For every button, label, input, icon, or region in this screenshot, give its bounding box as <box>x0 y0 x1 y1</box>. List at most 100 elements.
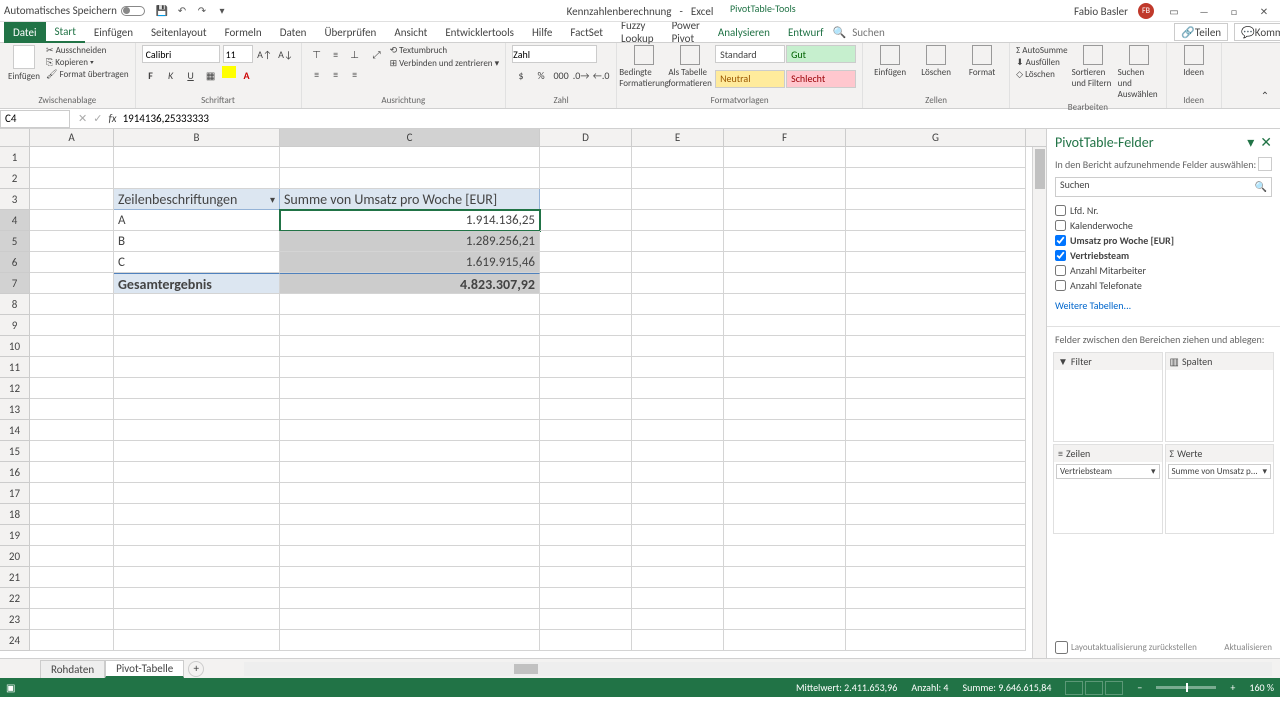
cell[interactable]: C <box>114 252 280 273</box>
tab-formeln[interactable]: Formeln <box>216 22 271 43</box>
number-format-select[interactable] <box>512 45 597 63</box>
cell[interactable] <box>540 252 632 273</box>
zoom-out-icon[interactable]: − <box>1137 681 1142 694</box>
cell[interactable] <box>30 189 114 210</box>
cell[interactable] <box>632 336 724 357</box>
format-painter-button[interactable]: 🖌 Format übertragen <box>46 69 129 80</box>
style-neutral[interactable]: Neutral <box>715 70 785 88</box>
cell[interactable] <box>30 357 114 378</box>
row-header[interactable]: 21 <box>0 567 30 588</box>
cell[interactable] <box>30 294 114 315</box>
cell[interactable] <box>724 462 846 483</box>
cell[interactable] <box>30 168 114 189</box>
cell[interactable] <box>632 210 724 231</box>
cell[interactable] <box>724 273 846 294</box>
cell[interactable] <box>540 504 632 525</box>
cell[interactable] <box>632 588 724 609</box>
row-header[interactable]: 15 <box>0 441 30 462</box>
cell[interactable] <box>30 588 114 609</box>
cell[interactable] <box>846 525 1026 546</box>
cell[interactable] <box>846 504 1026 525</box>
cut-button[interactable]: ✂ Ausschneiden <box>46 45 129 56</box>
field-item[interactable]: Kalenderwoche <box>1055 218 1272 233</box>
tell-me-input[interactable] <box>852 26 912 39</box>
cell[interactable] <box>540 441 632 462</box>
fill-color-button[interactable] <box>222 66 236 78</box>
sheet-tab-pivot[interactable]: Pivot-Tabelle <box>105 660 184 678</box>
tab-uberprufen[interactable]: Überprüfen <box>315 22 385 43</box>
zoom-slider[interactable] <box>1156 686 1216 689</box>
cell[interactable] <box>846 609 1026 630</box>
cell[interactable] <box>632 420 724 441</box>
cell[interactable] <box>632 630 724 651</box>
cell[interactable] <box>724 336 846 357</box>
currency-icon[interactable]: $ <box>512 66 530 84</box>
cell[interactable] <box>280 525 540 546</box>
cell[interactable] <box>540 357 632 378</box>
row-header[interactable]: 11 <box>0 357 30 378</box>
as-table-button[interactable]: Als Tabelle formatieren <box>669 45 711 93</box>
cell[interactable] <box>30 525 114 546</box>
cell[interactable] <box>114 483 280 504</box>
pane-close-icon[interactable]: ✕ <box>1260 134 1272 151</box>
cell[interactable] <box>846 231 1026 252</box>
cell[interactable] <box>632 546 724 567</box>
cell[interactable] <box>724 378 846 399</box>
cell[interactable]: Summe von Umsatz pro Woche [EUR] <box>280 189 540 210</box>
cell[interactable] <box>114 609 280 630</box>
font-select[interactable] <box>142 45 220 63</box>
enter-formula-icon[interactable]: ✓ <box>93 112 102 125</box>
sort-filter-button[interactable]: Sortieren und Filtern <box>1072 45 1114 100</box>
copy-button[interactable]: ⎘ Kopieren ▾ <box>46 57 129 68</box>
cell[interactable] <box>632 504 724 525</box>
insert-cells-button[interactable]: Einfügen <box>869 45 911 93</box>
cell[interactable] <box>846 189 1026 210</box>
cell[interactable] <box>846 567 1026 588</box>
pane-dropdown-icon[interactable]: ▾ <box>1247 134 1254 151</box>
col-header-E[interactable]: E <box>632 129 724 146</box>
cell[interactable] <box>114 546 280 567</box>
cell[interactable] <box>724 231 846 252</box>
cell[interactable] <box>632 441 724 462</box>
cell[interactable] <box>30 462 114 483</box>
cell[interactable] <box>30 483 114 504</box>
font-size-select[interactable] <box>223 45 253 63</box>
align-bot-icon[interactable]: ⊥ <box>346 45 364 63</box>
page-break-view-icon[interactable] <box>1105 681 1123 695</box>
clear-button[interactable]: ◇ Löschen <box>1016 69 1068 80</box>
cell[interactable] <box>846 441 1026 462</box>
add-sheet-button[interactable]: + <box>188 661 204 677</box>
row-header[interactable]: 23 <box>0 609 30 630</box>
style-gut[interactable]: Gut <box>786 45 856 63</box>
cell[interactable] <box>632 294 724 315</box>
cell[interactable] <box>540 420 632 441</box>
cell[interactable] <box>846 210 1026 231</box>
tab-ansicht[interactable]: Ansicht <box>385 22 436 43</box>
cell[interactable] <box>280 630 540 651</box>
cell[interactable] <box>280 168 540 189</box>
autosave-toggle[interactable] <box>121 6 145 16</box>
find-select-button[interactable]: Suchen und Auswählen <box>1118 45 1160 100</box>
cell[interactable] <box>632 168 724 189</box>
col-header-G[interactable]: G <box>846 129 1026 146</box>
cell[interactable] <box>280 378 540 399</box>
tab-daten[interactable]: Daten <box>271 22 316 43</box>
cell[interactable]: 1.914.136,25 <box>280 210 540 231</box>
cell[interactable] <box>540 231 632 252</box>
cell[interactable] <box>540 273 632 294</box>
col-header-C[interactable]: C <box>280 129 540 146</box>
qat-more-icon[interactable]: ▾ <box>215 4 229 18</box>
cell[interactable] <box>632 357 724 378</box>
merge-button[interactable]: ⊞ Verbinden und zentrieren ▾ <box>390 58 500 69</box>
worksheet-grid[interactable]: A B C D E F G 123Zeilenbeschriftungen ▾S… <box>0 129 1046 658</box>
cell[interactable] <box>724 189 846 210</box>
increase-font-icon[interactable]: A↑ <box>256 45 274 63</box>
zoom-level[interactable]: 160 % <box>1249 681 1274 694</box>
row-header[interactable]: 17 <box>0 483 30 504</box>
more-tables-link[interactable]: Weitere Tabellen... <box>1047 295 1280 316</box>
cell[interactable] <box>632 189 724 210</box>
cell[interactable] <box>632 609 724 630</box>
user-avatar[interactable]: FB <box>1138 3 1154 19</box>
row-header[interactable]: 16 <box>0 462 30 483</box>
dec-decimal-icon[interactable]: ←.0 <box>592 66 610 84</box>
